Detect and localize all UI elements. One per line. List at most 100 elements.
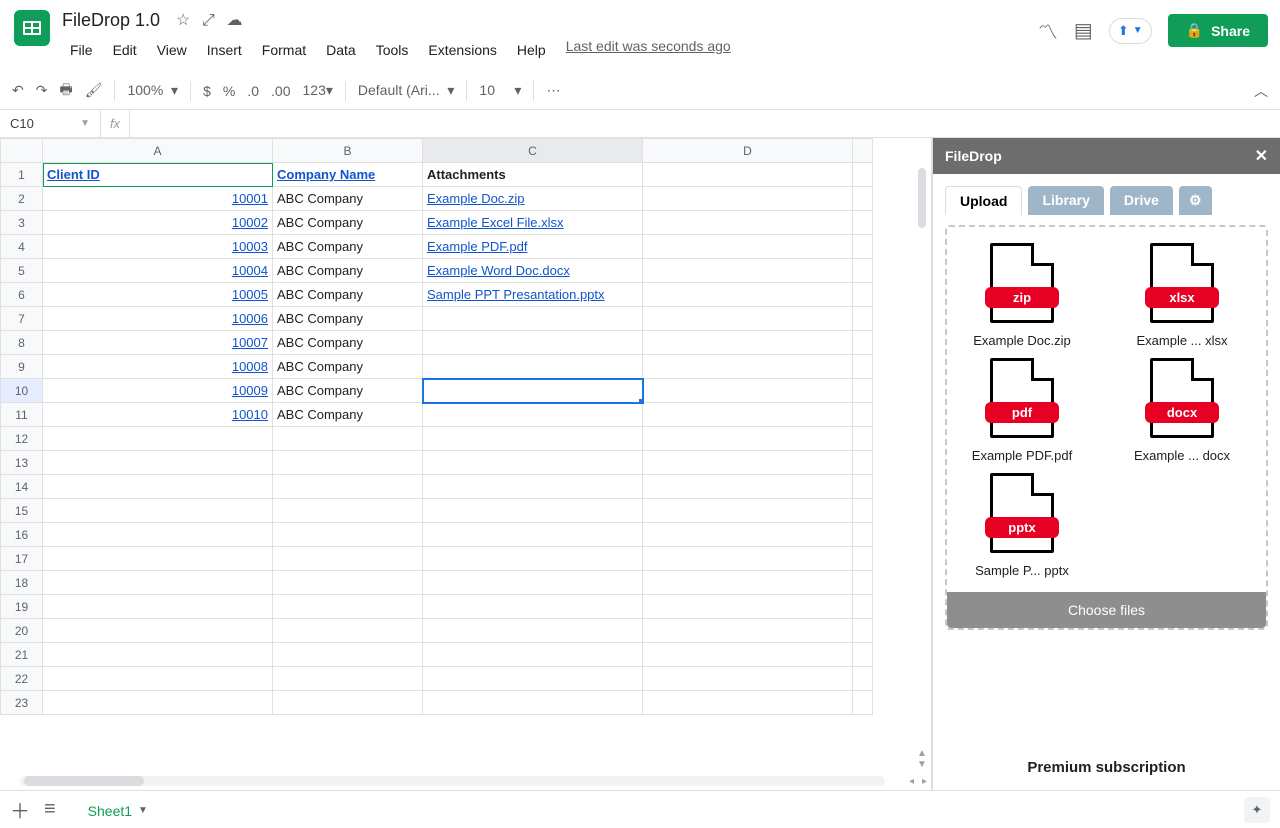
cell-C3[interactable]: Example Excel File.xlsx xyxy=(423,211,643,235)
row-header[interactable]: 22 xyxy=(1,667,43,691)
collapse-toolbar-icon[interactable]: ︿ xyxy=(1254,81,1268,101)
row-header[interactable]: 14 xyxy=(1,475,43,499)
col-header-D[interactable]: D xyxy=(643,139,853,163)
row-header[interactable]: 16 xyxy=(1,523,43,547)
cell-blank[interactable] xyxy=(273,427,423,451)
formula-input[interactable] xyxy=(130,110,1280,137)
cell-blank[interactable] xyxy=(273,451,423,475)
cell-blank[interactable] xyxy=(273,643,423,667)
cell-blank[interactable] xyxy=(43,643,273,667)
cell-D5[interactable] xyxy=(643,259,853,283)
cell-C1[interactable]: Attachments xyxy=(423,163,643,187)
cell-blank[interactable] xyxy=(43,691,273,715)
last-edit-link[interactable]: Last edit was seconds ago xyxy=(566,38,731,62)
cell-blank[interactable] xyxy=(853,499,873,523)
more-toolbar-icon[interactable]: ⋯ xyxy=(546,82,560,99)
cell-blank[interactable] xyxy=(853,667,873,691)
cell-blank[interactable] xyxy=(423,547,643,571)
row-header[interactable]: 21 xyxy=(1,643,43,667)
cell-blank[interactable] xyxy=(43,523,273,547)
scroll-left-icon[interactable]: ◂ xyxy=(905,776,918,787)
file-tile-pdf[interactable]: pdfExample PDF.pdf xyxy=(957,358,1087,463)
activity-icon[interactable]: 〽 xyxy=(1038,16,1058,45)
cloud-status-icon[interactable]: ☁ xyxy=(226,12,242,29)
col-header-A[interactable]: A xyxy=(43,139,273,163)
row-header[interactable]: 20 xyxy=(1,619,43,643)
cell-blank[interactable] xyxy=(423,643,643,667)
cell-D8[interactable] xyxy=(643,331,853,355)
menu-data[interactable]: Data xyxy=(318,38,364,62)
cell-C7[interactable] xyxy=(423,307,643,331)
font-select[interactable]: Default (Ari... ▾ xyxy=(358,82,455,99)
col-header-C[interactable]: C xyxy=(423,139,643,163)
share-button[interactable]: 🔒 Share xyxy=(1168,14,1268,47)
row-header[interactable]: 9 xyxy=(1,355,43,379)
cell-blank[interactable] xyxy=(853,475,873,499)
cell-E7[interactable] xyxy=(853,307,873,331)
cell-E4[interactable] xyxy=(853,235,873,259)
cell-blank[interactable] xyxy=(853,571,873,595)
cell-E8[interactable] xyxy=(853,331,873,355)
cell-C5[interactable]: Example Word Doc.docx xyxy=(423,259,643,283)
redo-icon[interactable]: ↷ xyxy=(36,82,48,99)
cell-A2[interactable]: 10001 xyxy=(43,187,273,211)
cell-blank[interactable] xyxy=(43,571,273,595)
file-tile-xlsx[interactable]: xlsxExample ... xlsx xyxy=(1117,243,1247,348)
cell-blank[interactable] xyxy=(853,691,873,715)
cell-E5[interactable] xyxy=(853,259,873,283)
menu-extensions[interactable]: Extensions xyxy=(420,38,504,62)
spreadsheet-grid[interactable]: ABCD 1Client IDCompany NameAttachments21… xyxy=(0,138,932,790)
cell-blank[interactable] xyxy=(643,427,853,451)
premium-link[interactable]: Premium subscription xyxy=(933,745,1280,790)
cell-C8[interactable] xyxy=(423,331,643,355)
currency-icon[interactable]: $ xyxy=(203,83,211,99)
sheets-logo[interactable] xyxy=(12,8,52,48)
cell-blank[interactable] xyxy=(643,643,853,667)
cell-blank[interactable] xyxy=(43,619,273,643)
row-header[interactable]: 2 xyxy=(1,187,43,211)
row-header[interactable]: 12 xyxy=(1,427,43,451)
sheet-tab-1[interactable]: Sheet1 ▼ xyxy=(70,793,166,827)
row-header[interactable]: 8 xyxy=(1,331,43,355)
select-all-corner[interactable] xyxy=(1,139,43,163)
tab-upload[interactable]: Upload xyxy=(945,186,1022,215)
cell-D9[interactable] xyxy=(643,355,853,379)
cell-B7[interactable]: ABC Company xyxy=(273,307,423,331)
row-header[interactable]: 15 xyxy=(1,499,43,523)
cell-blank[interactable] xyxy=(423,571,643,595)
comments-icon[interactable]: ▤ xyxy=(1074,18,1093,43)
cell-B10[interactable]: ABC Company xyxy=(273,379,423,403)
menu-tools[interactable]: Tools xyxy=(368,38,417,62)
menu-edit[interactable]: Edit xyxy=(105,38,145,62)
cell-B4[interactable]: ABC Company xyxy=(273,235,423,259)
cell-B9[interactable]: ABC Company xyxy=(273,355,423,379)
row-header[interactable]: 6 xyxy=(1,283,43,307)
file-tile-pptx[interactable]: pptxSample P... pptx xyxy=(957,473,1087,578)
cell-B6[interactable]: ABC Company xyxy=(273,283,423,307)
choose-files-button[interactable]: Choose files xyxy=(947,592,1266,628)
cell-D6[interactable] xyxy=(643,283,853,307)
cell-blank[interactable] xyxy=(423,499,643,523)
row-header[interactable]: 23 xyxy=(1,691,43,715)
menu-insert[interactable]: Insert xyxy=(199,38,250,62)
row-header[interactable]: 18 xyxy=(1,571,43,595)
cell-blank[interactable] xyxy=(423,427,643,451)
cell-A7[interactable]: 10006 xyxy=(43,307,273,331)
cell-blank[interactable] xyxy=(643,547,853,571)
row-header[interactable]: 11 xyxy=(1,403,43,427)
row-header[interactable]: 3 xyxy=(1,211,43,235)
name-box[interactable]: C10▼ xyxy=(0,116,100,131)
document-title[interactable]: FileDrop 1.0 xyxy=(62,10,160,31)
dropzone[interactable]: zipExample Doc.zipxlsxExample ... xlsxpd… xyxy=(945,225,1268,630)
cell-blank[interactable] xyxy=(643,571,853,595)
cell-blank[interactable] xyxy=(273,691,423,715)
cell-D11[interactable] xyxy=(643,403,853,427)
cell-D10[interactable] xyxy=(643,379,853,403)
font-size-select[interactable]: 10 ▾ xyxy=(479,82,521,99)
cell-D3[interactable] xyxy=(643,211,853,235)
cell-A6[interactable]: 10005 xyxy=(43,283,273,307)
cell-A3[interactable]: 10002 xyxy=(43,211,273,235)
cell-blank[interactable] xyxy=(423,523,643,547)
cell-A8[interactable]: 10007 xyxy=(43,331,273,355)
tab-library[interactable]: Library xyxy=(1028,186,1103,215)
